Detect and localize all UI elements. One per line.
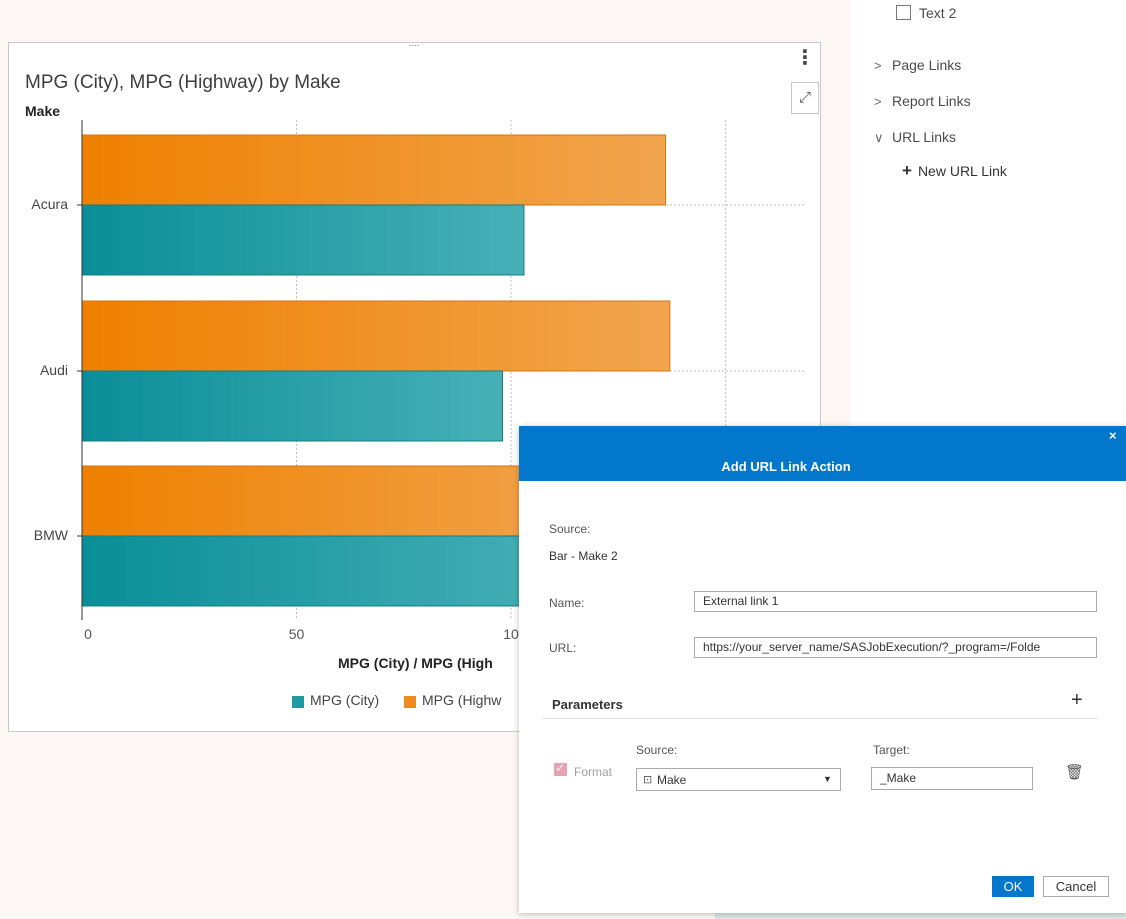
page-links-label: Page Links (892, 57, 962, 73)
chevron-right-icon: > (874, 58, 882, 73)
plus-icon: + (902, 161, 912, 180)
parameters-heading: Parameters (552, 697, 623, 712)
text-item[interactable]: Text 2 (896, 5, 956, 21)
add-parameter-button[interactable]: + (1071, 689, 1083, 712)
text-item-label: Text 2 (919, 5, 957, 21)
source-value: Bar - Make 2 (549, 549, 618, 563)
report-links-label: Report Links (892, 93, 971, 109)
param-source-label: Source: (636, 743, 678, 757)
x-tick-label: 50 (288, 626, 305, 642)
x-axis-title: MPG (City) / MPG (High (338, 655, 493, 671)
param-target-label: Target: (873, 743, 910, 757)
close-icon[interactable]: × (1109, 428, 1117, 443)
y-tick-label: Acura (31, 196, 68, 212)
x-tick-label: 0 (84, 626, 92, 642)
format-label: Format (574, 765, 613, 779)
param-source-value: Make (657, 773, 687, 787)
legend-label-highway: MPG (Highw (422, 692, 502, 708)
url-input[interactable]: https://your_server_name/SASJobExecution… (694, 637, 1097, 658)
delete-parameter-button[interactable]: 🗑 (1065, 763, 1084, 781)
category-data-item-icon: ⊡ (643, 774, 653, 786)
dialog-title: Add URL Link Action (721, 459, 851, 474)
y-tick-label: Audi (39, 362, 68, 378)
legend-swatch-city (292, 696, 304, 708)
chevron-down-icon: ∨ (874, 130, 884, 145)
name-input[interactable]: External link 1 (694, 591, 1097, 612)
plus-icon: + (1071, 689, 1083, 711)
bar-audi-city[interactable] (81, 370, 503, 442)
y-tick-label: BMW (33, 527, 68, 543)
name-label: Name: (549, 596, 585, 610)
param-source-select[interactable]: ⊡ Make ▼ (636, 768, 841, 791)
source-label: Source: (549, 522, 591, 536)
bar-audi-highway[interactable] (81, 300, 671, 372)
trash-icon: 🗑 (1065, 764, 1085, 781)
text-item-checkbox[interactable] (896, 5, 911, 20)
url-label: URL: (549, 641, 577, 655)
ok-button[interactable]: OK (992, 876, 1034, 897)
chevron-right-icon: > (874, 94, 882, 109)
legend-swatch-highway (404, 696, 416, 708)
page-links-section[interactable]: > Page Links (874, 57, 961, 73)
report-links-section[interactable]: > Report Links (874, 93, 971, 109)
bar-acura-city[interactable] (81, 204, 525, 276)
url-links-label: URL Links (892, 129, 957, 145)
new-url-link-button[interactable]: + New URL Link (902, 161, 1007, 181)
divider (543, 718, 1097, 719)
url-links-section[interactable]: ∨ URL Links (874, 129, 956, 146)
add-url-link-dialog: Add URL Link Action × Source: Bar - Make… (519, 426, 1126, 913)
bar-bmw-city[interactable] (81, 535, 572, 607)
param-target-input[interactable]: _Make (871, 767, 1033, 790)
checkmark-icon: ✓ (555, 761, 566, 775)
legend-label-city: MPG (City) (310, 692, 380, 708)
bar-acura-highway[interactable] (81, 134, 667, 206)
caret-down-icon: ▼ (823, 774, 832, 784)
new-url-link-label: New URL Link (917, 163, 1007, 179)
cancel-button[interactable]: Cancel (1043, 876, 1109, 897)
